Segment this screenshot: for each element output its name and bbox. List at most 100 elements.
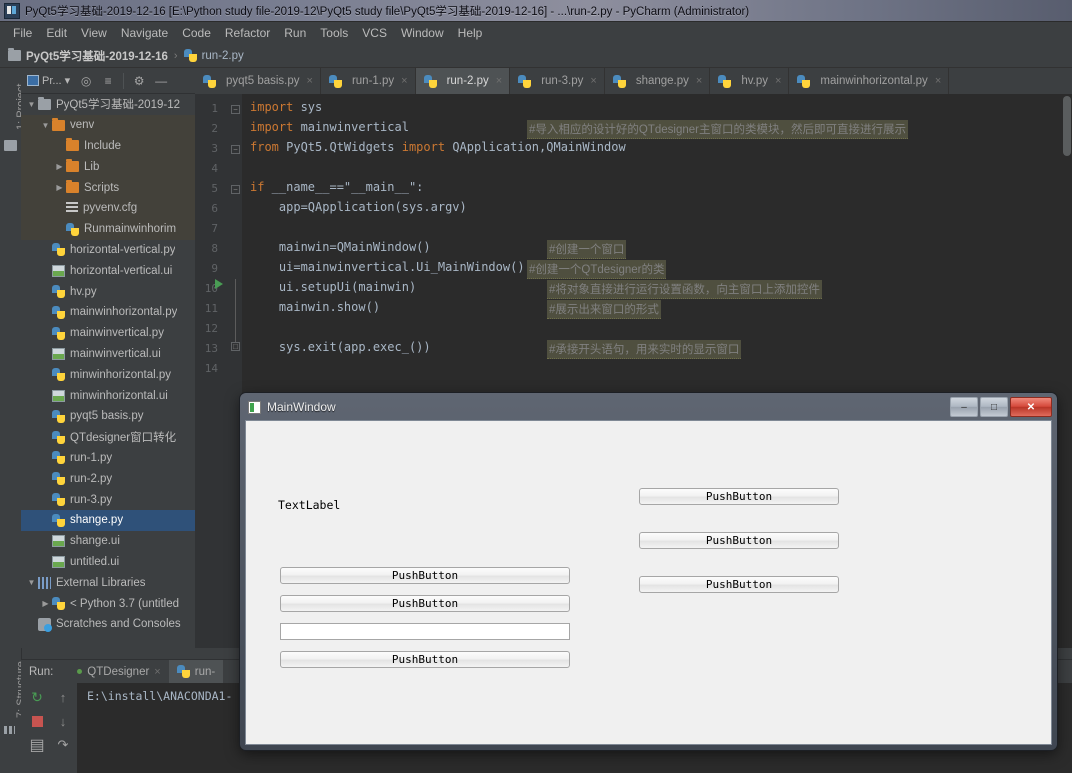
tree-item-16[interactable]: ▶QTdesigner窗口转化 (21, 427, 216, 448)
editor-tab-pyqt5-basis-py[interactable]: pyqt5 basis.py × (195, 68, 321, 94)
tree-item-24[interactable]: ▶ < Python 3.7 (untitled (21, 593, 216, 614)
menu-item-edit[interactable]: Edit (39, 24, 74, 42)
fold-icon-3[interactable]: − (231, 145, 240, 154)
breadcrumb: PyQt5学习基础-2019-12-16 › run-2.py (0, 44, 1072, 68)
tree-item-0[interactable]: ▼ PyQt5学习基础-2019-12 (21, 94, 216, 115)
chevron-right-icon[interactable]: ▶ (53, 162, 66, 171)
settings-gear-icon[interactable]: ⚙ (129, 71, 149, 91)
tree-item-1[interactable]: ▼ venv (21, 114, 216, 136)
tree-item-14[interactable]: ▶minwinhorizontal.ui (21, 385, 216, 406)
py-icon (52, 597, 65, 611)
close-icon[interactable]: × (775, 75, 781, 87)
tree-item-19[interactable]: ▶run-3.py (21, 489, 216, 510)
editor-tab-run-1-py[interactable]: run-1.py × (321, 68, 416, 94)
chevron-right-icon[interactable]: ▶ (39, 599, 52, 608)
code-line-3: from PyQt5.QtWidgets import QApplication… (250, 140, 626, 154)
menu-item-refactor[interactable]: Refactor (218, 24, 277, 42)
tree-item-11[interactable]: ▶mainwinvertical.py (21, 323, 216, 344)
soft-wrap-icon[interactable]: ↷ (53, 735, 73, 755)
menu-item-vcs[interactable]: VCS (355, 24, 394, 42)
tree-item-22[interactable]: ▶untitled.ui (21, 552, 216, 573)
close-icon[interactable]: × (696, 75, 702, 87)
tree-item-17[interactable]: ▶run-1.py (21, 448, 216, 469)
left-push-button-2[interactable]: PushButton (280, 595, 570, 612)
menu-item-window[interactable]: Window (394, 24, 451, 42)
tree-item-5[interactable]: ▶pyvenv.cfg (21, 197, 216, 219)
chevron-down-icon[interactable]: ▼ (39, 121, 52, 130)
breadcrumb-project[interactable]: PyQt5学习基础-2019-12-16 (8, 48, 168, 64)
tree-item-20[interactable]: ▶shange.py (21, 509, 216, 531)
close-icon[interactable]: × (935, 75, 941, 87)
tree-item-3[interactable]: ▶ Lib (21, 156, 216, 178)
close-icon[interactable]: × (496, 75, 502, 87)
menu-item-code[interactable]: Code (175, 24, 218, 42)
code-line-5: if __name__=="__main__": (250, 180, 424, 194)
tree-item-4[interactable]: ▶ Scripts (21, 177, 216, 198)
tree-item-2[interactable]: ▶Include (21, 135, 216, 157)
right-push-button-3[interactable]: PushButton (639, 576, 839, 593)
chevron-down-icon[interactable]: ▼ (25, 578, 38, 587)
tree-item-label: horizontal-vertical.ui (70, 264, 173, 277)
qt-dialog-titlebar[interactable]: MainWindow – □ ✕ (243, 396, 1054, 418)
close-icon[interactable]: × (307, 75, 313, 87)
tree-item-18[interactable]: ▶run-2.py (21, 468, 216, 489)
run-tab-run2[interactable]: run- (168, 659, 224, 684)
collapse-all-icon[interactable]: ≡ (98, 71, 118, 91)
right-push-button-1[interactable]: PushButton (639, 488, 839, 505)
editor-tab-run-3-py[interactable]: run-3.py × (510, 68, 605, 94)
breadcrumb-file[interactable]: run-2.py (183, 49, 244, 62)
scroll-down-icon[interactable]: ↓ (53, 711, 73, 731)
menu-item-view[interactable]: View (74, 24, 114, 42)
chevron-right-icon[interactable]: ▶ (53, 183, 66, 192)
maximize-button[interactable]: □ (980, 397, 1008, 417)
editor-vertical-scrollbar[interactable] (1063, 96, 1071, 156)
tree-item-9[interactable]: ▶hv.py (21, 281, 216, 302)
editor-tab-run-2-py[interactable]: run-2.py × (415, 68, 511, 94)
line-number-9: 9 (211, 262, 218, 275)
qt-mainwindow-dialog[interactable]: MainWindow – □ ✕ TextLabel PushButton Pu… (240, 393, 1057, 750)
tree-item-15[interactable]: ▶pyqt5 basis.py (21, 406, 216, 427)
menu-item-file[interactable]: File (6, 24, 39, 42)
editor-tab-mainwinhorizontal-py[interactable]: mainwinhorizontal.py × (789, 68, 950, 94)
hide-icon[interactable]: — (151, 71, 171, 91)
fold-icon-13[interactable]: □ (231, 342, 240, 351)
chevron-down-icon[interactable]: ▼ (25, 100, 38, 109)
tree-item-8[interactable]: ▶horizontal-vertical.ui (21, 260, 216, 281)
tree-item-10[interactable]: ▶mainwinhorizontal.py (21, 302, 216, 323)
rerun-icon[interactable]: ↻ (27, 687, 47, 707)
tree-item-13[interactable]: ▶minwinhorizontal.py (21, 364, 216, 385)
close-icon[interactable]: × (401, 75, 407, 87)
stop-icon[interactable] (27, 711, 47, 731)
tree-item-21[interactable]: ▶shange.ui (21, 531, 216, 552)
left-push-button-3[interactable]: PushButton (280, 651, 570, 668)
editor-tab-shange-py[interactable]: shange.py × (605, 68, 711, 94)
print-icon[interactable]: ▤ (27, 735, 47, 755)
close-icon[interactable]: × (154, 666, 160, 678)
editor-gutter[interactable]: 1 2 3 4 5 6 7 8 9 10 11 12 13 14 − − − □ (195, 94, 242, 648)
scroll-up-icon[interactable]: ↑ (53, 687, 73, 707)
tree-item-23[interactable]: ▼ External Libraries (21, 572, 216, 593)
tree-item-7[interactable]: ▶horizontal-vertical.py (21, 240, 216, 261)
close-icon[interactable]: × (590, 75, 596, 87)
minimize-button[interactable]: – (950, 397, 978, 417)
tree-item-6[interactable]: ▶Runmainwinhorim (21, 218, 216, 240)
locate-icon[interactable]: ◎ (76, 71, 96, 91)
fold-icon-5[interactable]: − (231, 185, 240, 194)
fold-icon-1[interactable]: − (231, 105, 240, 114)
run-gutter-icon[interactable] (215, 279, 223, 289)
tree-item-25[interactable]: ▶Scratches and Consoles (21, 614, 216, 635)
right-push-button-2[interactable]: PushButton (639, 532, 839, 549)
menu-item-help[interactable]: Help (451, 24, 490, 42)
project-view-selector[interactable]: Pr... ▾ (27, 74, 74, 87)
close-button[interactable]: ✕ (1010, 397, 1052, 417)
line-edit[interactable] (280, 623, 570, 640)
menu-item-tools[interactable]: Tools (313, 24, 355, 42)
run-label: Run: (29, 665, 54, 678)
left-push-button-1[interactable]: PushButton (280, 567, 570, 584)
run-tab-qtdesigner[interactable]: QTDesigner × (69, 666, 168, 678)
tree-item-12[interactable]: ▶mainwinvertical.ui (21, 344, 216, 365)
project-tree[interactable]: ▼PyQt5学习基础-2019-12▼venv▶Include▶Lib▶Scri… (21, 94, 216, 648)
editor-tab-hv-py[interactable]: hv.py × (710, 68, 790, 94)
menu-item-run[interactable]: Run (277, 24, 313, 42)
menu-item-navigate[interactable]: Navigate (114, 24, 175, 42)
